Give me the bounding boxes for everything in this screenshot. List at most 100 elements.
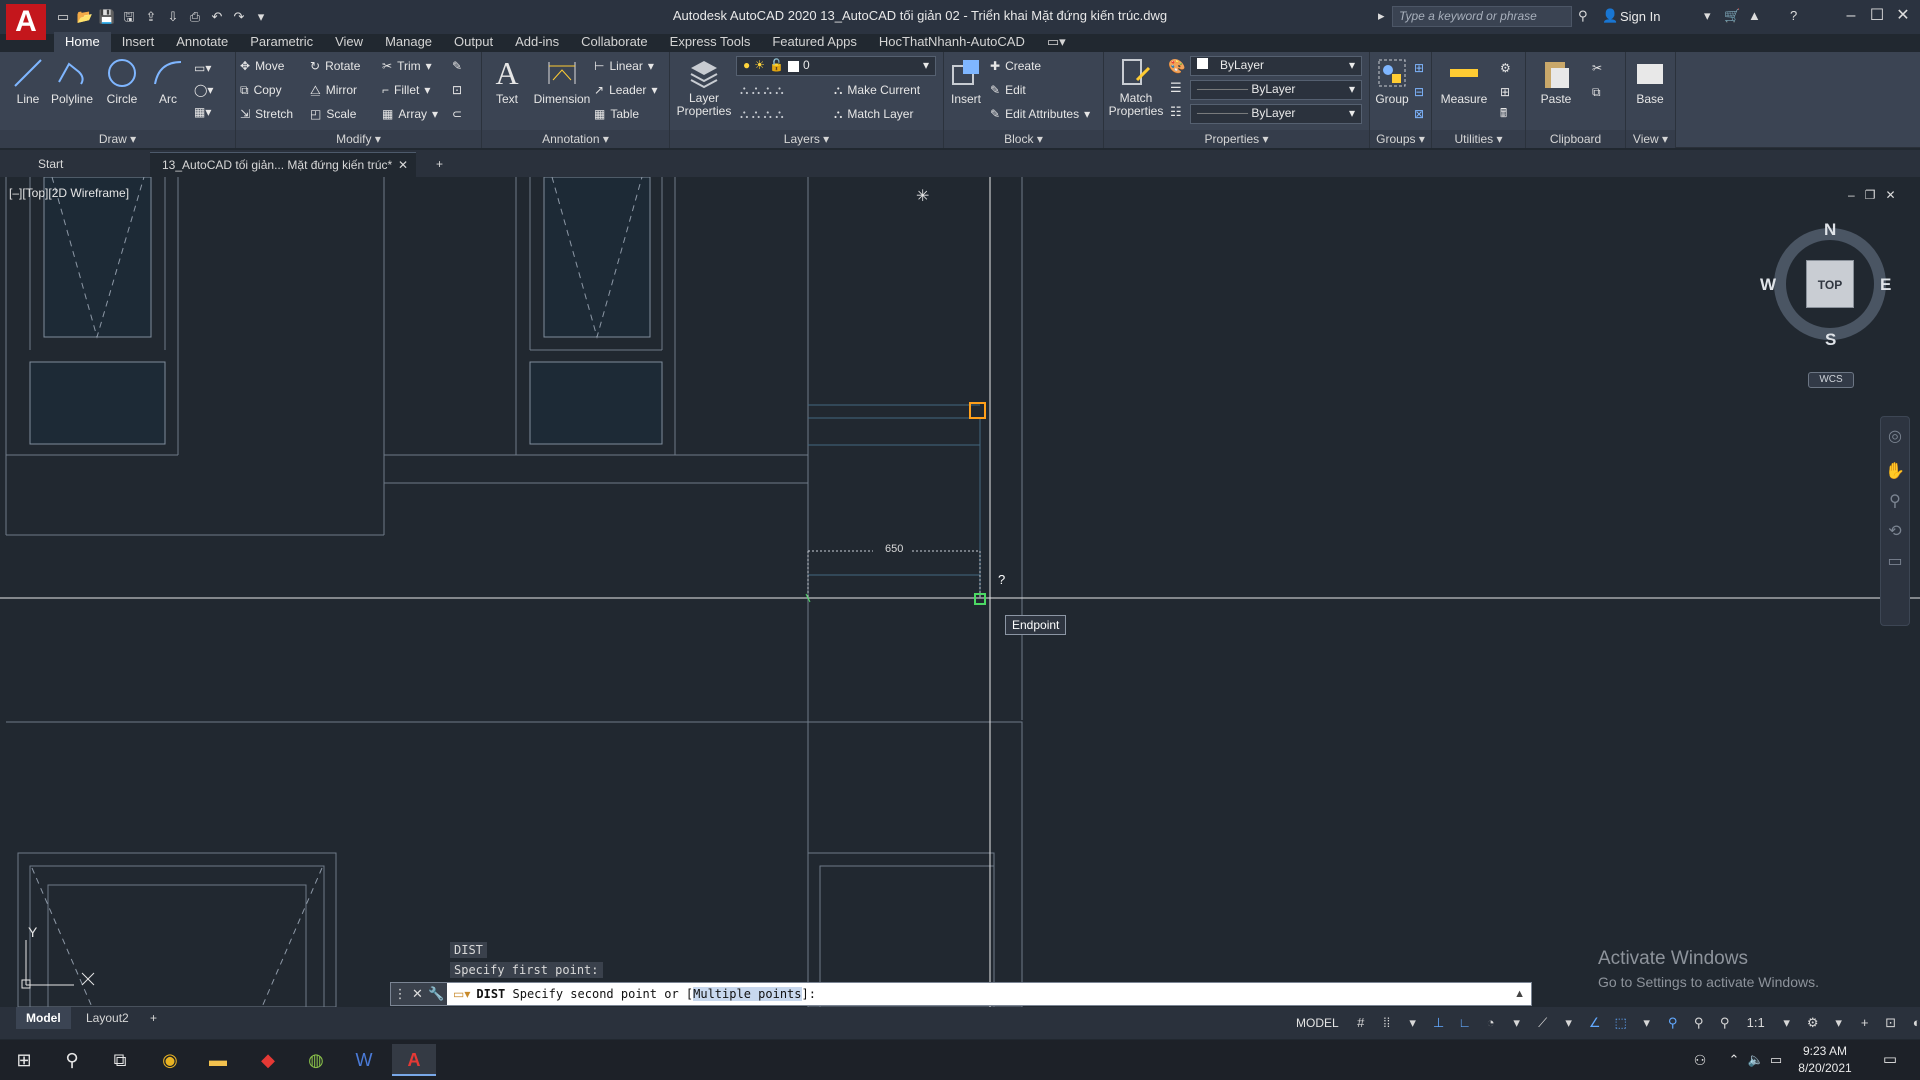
tab-collaborate[interactable]: Collaborate xyxy=(570,32,659,52)
move-button[interactable]: ✥ Move xyxy=(240,56,284,76)
layer-properties-button[interactable]: Layer Properties xyxy=(672,56,736,118)
match-properties-button[interactable]: Match Properties xyxy=(1106,56,1166,118)
explode-icon[interactable]: ⊡ xyxy=(452,80,462,100)
tab-home[interactable]: Home xyxy=(54,32,111,52)
annotation-scale-icon[interactable]: ⚲ xyxy=(1715,1014,1735,1032)
draw-panel-label[interactable]: Draw ▾ xyxy=(0,130,235,148)
isodraft-icon[interactable]: ⟋ xyxy=(1533,1014,1553,1032)
compass-south[interactable]: S xyxy=(1825,330,1836,350)
tab-express-tools[interactable]: Express Tools xyxy=(659,32,762,52)
save-web-icon[interactable]: ⇩ xyxy=(164,8,182,26)
system-clock[interactable]: 9:23 AM 8/20/2021 xyxy=(1784,1043,1866,1077)
paste-button[interactable]: Paste xyxy=(1532,56,1580,106)
close-icon[interactable]: ✕ xyxy=(1888,4,1918,28)
expand-arrow-icon[interactable]: ▸ xyxy=(1378,8,1385,24)
app-green-icon[interactable]: ◍ xyxy=(294,1044,338,1076)
stretch-button[interactable]: ⇲ Stretch xyxy=(240,104,293,124)
recent-commands-icon[interactable]: ▭▾ xyxy=(447,987,470,1001)
open-web-icon[interactable]: ⇪ xyxy=(142,8,160,26)
binoculars-icon[interactable]: ⚲ xyxy=(1578,8,1588,24)
viewcube-top-face[interactable]: TOP xyxy=(1806,260,1854,308)
tab-annotate[interactable]: Annotate xyxy=(165,32,239,52)
group-select-icon[interactable]: ⊠ xyxy=(1414,104,1424,124)
lineweight-dropdown[interactable]: ────── ByLayer ▾ xyxy=(1190,80,1362,100)
properties-panel-label[interactable]: Properties ▾ xyxy=(1104,130,1369,148)
add-layout-button[interactable]: + xyxy=(140,1007,167,1029)
offset-icon[interactable]: ⊂ xyxy=(452,104,462,124)
modify-panel-label[interactable]: Modify ▾ xyxy=(236,130,481,148)
open-icon[interactable]: 📂 xyxy=(76,8,94,26)
compass-east[interactable]: E xyxy=(1880,275,1891,295)
close-tab-icon[interactable]: ✕ xyxy=(398,153,408,178)
trim-button[interactable]: ✂ Trim ▾ xyxy=(382,56,432,76)
search-input[interactable]: Type a keyword or phrase xyxy=(1392,6,1572,27)
dropdown-icon[interactable]: ▾ xyxy=(1704,8,1711,24)
undo-icon[interactable]: ↶ xyxy=(208,8,226,26)
text-button[interactable]: A Text xyxy=(484,56,530,106)
tab-add-ins[interactable]: Add-ins xyxy=(504,32,570,52)
viewcube[interactable]: TOP N S E W xyxy=(1760,220,1892,349)
save-as-icon[interactable]: 🖫 xyxy=(120,8,138,26)
zoom-icon[interactable]: ⚲ xyxy=(1881,487,1909,517)
view-panel-label[interactable]: View ▾ xyxy=(1626,130,1675,148)
polar-dropdown-icon[interactable]: ▾ xyxy=(1507,1014,1527,1032)
isolate-objects-icon[interactable]: ◐ xyxy=(1907,1014,1920,1032)
new-icon[interactable]: ▭ xyxy=(54,8,72,26)
utilities-panel-label[interactable]: Utilities ▾ xyxy=(1432,130,1525,148)
iso-dropdown-icon[interactable]: ▾ xyxy=(1559,1014,1579,1032)
edit-attributes-button[interactable]: ✎ Edit Attributes ▾ xyxy=(990,104,1090,124)
viewport-close-icon[interactable]: ✕ xyxy=(1885,188,1895,202)
plot-icon[interactable]: ⎙ xyxy=(186,8,204,26)
viewport-controls-label[interactable]: [–][Top][2D Wireframe] xyxy=(9,186,129,200)
word-icon[interactable]: W xyxy=(342,1044,386,1076)
tab-view[interactable]: View xyxy=(324,32,374,52)
customize-wrench-icon[interactable]: 🔧 xyxy=(428,986,444,1002)
linear-button[interactable]: ⊢ Linear ▾ xyxy=(594,56,654,76)
match-layer-button[interactable]: ⛬ Match Layer xyxy=(834,104,913,124)
app-red-icon[interactable]: ◆ xyxy=(246,1044,290,1076)
start-tab[interactable]: Start xyxy=(26,152,75,177)
line-button[interactable]: Line xyxy=(4,56,52,106)
search-icon[interactable]: ⚲ xyxy=(50,1044,94,1076)
layout2-tab[interactable]: Layout2 xyxy=(76,1007,139,1029)
tab-insert[interactable]: Insert xyxy=(111,32,166,52)
customize-qat-icon[interactable]: ▾ xyxy=(252,8,270,26)
pan-icon[interactable]: ✋ xyxy=(1881,457,1909,487)
base-button[interactable]: Base xyxy=(1628,56,1672,106)
make-current-button[interactable]: ⛬ Make Current xyxy=(834,80,920,100)
copy-button[interactable]: ⧉ Copy xyxy=(240,80,282,100)
polar-icon[interactable]: ◔ xyxy=(1481,1014,1501,1032)
tab-manage[interactable]: Manage xyxy=(374,32,443,52)
color-dropdown[interactable]: ByLayer ▾ xyxy=(1190,56,1362,76)
autodesk-a360-icon[interactable]: ▲ xyxy=(1748,8,1761,23)
viewport-restore-icon[interactable]: ❐ xyxy=(1865,188,1876,202)
tray-expand-icon[interactable]: ⌃ xyxy=(1724,1044,1744,1076)
workspace-dropdown-icon[interactable]: ▾ xyxy=(1829,1014,1849,1032)
group-edit-icon[interactable]: ⊟ xyxy=(1414,82,1424,102)
grid-icon[interactable]: # xyxy=(1351,1014,1371,1032)
windows-start-icon[interactable]: ⊞ xyxy=(2,1044,46,1076)
table-button[interactable]: ▦ Table xyxy=(594,104,639,124)
circle-button[interactable]: Circle xyxy=(98,56,146,106)
cart-icon[interactable]: 🛒 xyxy=(1724,8,1740,24)
infer-constraints-icon[interactable]: ⊥ xyxy=(1429,1014,1449,1032)
command-input[interactable]: DIST Specify second point or [Multiple p… xyxy=(470,983,1514,1005)
tab-output[interactable]: Output xyxy=(443,32,504,52)
redo-icon[interactable]: ↷ xyxy=(230,8,248,26)
application-menu-button[interactable]: A xyxy=(6,4,46,40)
color-wheel-icon[interactable]: 🎨 xyxy=(1168,58,1185,75)
multiple-points-option[interactable]: Multiple points xyxy=(693,987,802,1001)
create-block-button[interactable]: ✚ Create xyxy=(990,56,1041,76)
layer-tools-row2-icon[interactable]: ⛬ ⛬ ⛬ ⛬ xyxy=(740,104,784,124)
task-view-icon[interactable]: ⧉ xyxy=(98,1044,142,1076)
steering-wheel-icon[interactable]: ◎ xyxy=(1881,417,1909,457)
drawing-tab[interactable]: 13_AutoCAD tối giản... Mặt đứng kiến trú… xyxy=(150,152,416,177)
fillet-button[interactable]: ⌐ Fillet ▾ xyxy=(382,80,430,100)
dimension-button[interactable]: Dimension xyxy=(530,56,594,106)
command-history-toggle-icon[interactable]: ▲ xyxy=(1514,988,1531,1000)
group-button[interactable]: Group xyxy=(1372,56,1412,106)
erase-icon[interactable]: ✎ xyxy=(452,56,462,76)
rectangle-icon[interactable]: ▭▾ xyxy=(194,58,211,78)
mirror-button[interactable]: ⧋ Mirror xyxy=(310,80,357,100)
network-icon[interactable]: ▭ xyxy=(1766,1044,1786,1076)
